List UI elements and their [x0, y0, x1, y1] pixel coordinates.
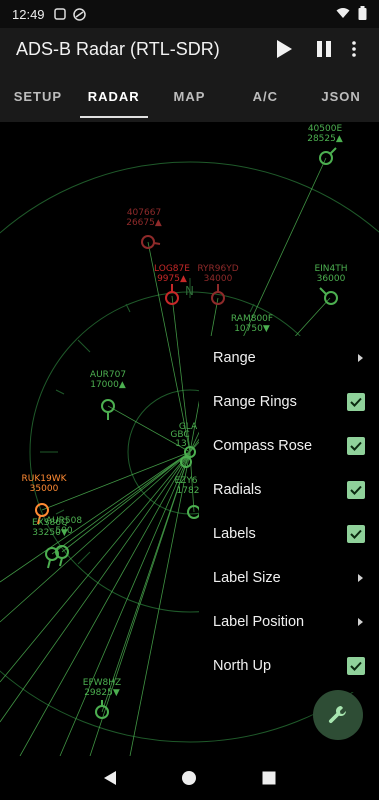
- app-title: ADS-B Radar (RTL-SDR): [16, 38, 220, 59]
- radar-options-menu: Range Range Rings Compass Rose Radials L…: [199, 336, 379, 692]
- aircraft-EFW8HZ-marker[interactable]: [95, 700, 109, 719]
- aircraft-label-407667: 407667 26675▲: [126, 208, 162, 228]
- back-triangle-icon: [103, 771, 116, 785]
- menu-item-compass-rose[interactable]: Compass Rose: [199, 424, 379, 468]
- aircraft-label-RYR96YD: RYR96YD 34000: [197, 264, 239, 284]
- wrench-icon: [328, 706, 347, 724]
- north-up-checkbox[interactable]: [347, 657, 365, 675]
- settings-fab[interactable]: [313, 690, 363, 740]
- status-time: 12:49: [12, 6, 45, 22]
- radials-checkbox[interactable]: [347, 481, 365, 499]
- more-vert-icon: [352, 41, 356, 57]
- aircraft-label-partial: 500: [55, 526, 73, 536]
- play-button[interactable]: [269, 34, 299, 64]
- system-nav-bar: [0, 756, 379, 800]
- aircraft-label-RAM800F: RAM800F 10750▼: [230, 314, 274, 334]
- aircraft-AUR707-marker[interactable]: [101, 399, 115, 420]
- tab-json[interactable]: JSON: [303, 70, 379, 122]
- submenu-arrow-icon: [358, 574, 363, 582]
- recents-button[interactable]: [257, 766, 281, 790]
- submenu-arrow-icon: [358, 618, 363, 626]
- menu-item-north-up[interactable]: North Up: [199, 644, 379, 688]
- status-bar: 12:49: [0, 0, 379, 28]
- aircraft-label-partial: EZY6: [174, 476, 198, 486]
- recents-square-icon: [262, 771, 276, 785]
- checkmark-icon: [350, 397, 362, 407]
- compass-north-label: N: [185, 284, 194, 298]
- checkmark-icon: [350, 529, 362, 539]
- aircraft-label-LOG87E: LOG87E 9975▲: [154, 264, 190, 284]
- aircraft-LOG87E-marker[interactable]: [165, 284, 179, 305]
- menu-item-range-rings[interactable]: Range Rings: [199, 380, 379, 424]
- pause-button[interactable]: [309, 34, 339, 64]
- menu-item-label-position[interactable]: Label Position: [199, 600, 379, 644]
- menu-item-label-size[interactable]: Label Size: [199, 556, 379, 600]
- range-rings-checkbox[interactable]: [347, 393, 365, 411]
- checkmark-icon: [350, 441, 362, 451]
- menu-item-labels[interactable]: Labels: [199, 512, 379, 556]
- tab-ac[interactable]: A/C: [227, 70, 303, 122]
- tab-setup[interactable]: SETUP: [0, 70, 76, 122]
- aircraft-label-partial: 13: [175, 439, 187, 449]
- aircraft-407667-marker[interactable]: [141, 235, 161, 249]
- submenu-arrow-icon: [358, 354, 363, 362]
- labels-checkbox[interactable]: [347, 525, 365, 543]
- checkmark-icon: [350, 485, 362, 495]
- aircraft-label-EFW8HZ: EFW8HZ 29825▼: [82, 678, 122, 698]
- app-bar: ADS-B Radar (RTL-SDR): [0, 28, 379, 70]
- home-button[interactable]: [177, 766, 201, 790]
- aircraft-label-EIN4TH: EIN4TH 36000: [314, 264, 348, 284]
- tab-map[interactable]: MAP: [152, 70, 228, 122]
- menu-item-radials[interactable]: Radials: [199, 468, 379, 512]
- aircraft-label-partial: AUR508: [45, 516, 83, 526]
- aircraft-label-partial: 1782: [176, 486, 200, 496]
- compass-rose-checkbox[interactable]: [347, 437, 365, 455]
- aircraft-EIN4TH-marker[interactable]: [319, 287, 338, 305]
- back-button[interactable]: [98, 766, 122, 790]
- aircraft-label-RUK19WK: RUK19WK 35000: [21, 474, 67, 494]
- play-icon: [277, 40, 292, 58]
- tab-radar[interactable]: RADAR: [76, 70, 152, 122]
- home-circle-icon: [182, 771, 197, 785]
- overflow-menu-button[interactable]: [345, 34, 363, 64]
- square-notification-icon: [53, 7, 67, 21]
- battery-icon: [358, 5, 367, 23]
- menu-item-range[interactable]: Range: [199, 336, 379, 380]
- aircraft-label-40500E: 40500E 28525▲: [307, 124, 343, 144]
- aircraft-label-AUR707: AUR707 17000▲: [89, 370, 127, 390]
- aircraft-40500E-marker[interactable]: [319, 147, 337, 165]
- no-entry-notification-icon: [73, 7, 87, 21]
- pause-icon: [317, 41, 331, 57]
- aircraft-EXS86Q-marker[interactable]: [45, 545, 69, 569]
- tab-bar: SETUP RADAR MAP A/C JSON: [0, 70, 379, 122]
- wifi-icon: [336, 7, 350, 22]
- checkmark-icon: [350, 661, 362, 671]
